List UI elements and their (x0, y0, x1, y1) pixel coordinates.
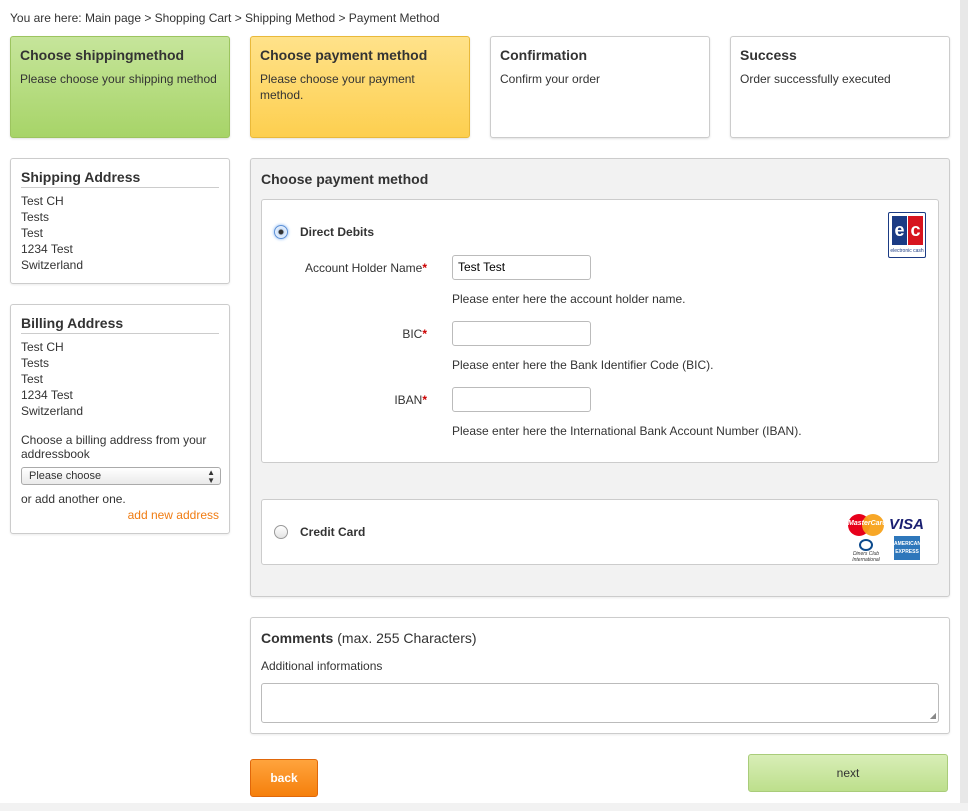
mastercard-logo-icon: MasterCard (848, 514, 887, 536)
billing-address-select[interactable]: Please choose ▲ ▼ (21, 467, 221, 485)
address-line: Tests (21, 210, 50, 224)
breadcrumb: You are here: Main page > Shopping Cart … (10, 11, 440, 25)
address-line: Switzerland (21, 404, 84, 418)
address-line: 1234 Test (21, 388, 73, 402)
add-another-text: or add another one. (21, 492, 126, 506)
step-shipping-method: Choose shippingmethod Please choose your… (10, 36, 230, 138)
billing-address-select-value: Please choose (29, 470, 102, 482)
address-line: Test (21, 226, 44, 240)
step-description: Please choose your payment method. (260, 72, 415, 102)
address-line: 1234 Test (21, 242, 73, 256)
credit-card-label[interactable]: Credit Card (300, 525, 365, 539)
visa-logo-icon: VISA (889, 516, 925, 533)
direct-debit-radio[interactable] (274, 225, 288, 239)
account-holder-hint: Please enter here the account holder nam… (452, 292, 686, 306)
step-title: Success (740, 47, 797, 63)
payment-method-panel: Choose payment method Direct Debits ec e… (250, 158, 950, 597)
step-description: Please choose your shipping method (20, 72, 217, 86)
step-title: Choose payment method (260, 47, 428, 63)
credit-card-option: Credit Card MasterCard VISA Diners Club … (261, 499, 939, 565)
iban-input[interactable] (452, 387, 591, 412)
bic-input[interactable] (452, 321, 591, 346)
billing-address-title: Billing Address (21, 315, 219, 334)
select-arrows-icon: ▲ ▼ (207, 468, 215, 485)
billing-address-box: Billing Address Test CH Tests Test 1234 … (10, 304, 230, 534)
step-title: Confirmation (500, 47, 588, 63)
comments-textarea[interactable]: ◢ (261, 683, 939, 723)
window-bottom-edge (0, 803, 968, 811)
step-description: Confirm your order (500, 72, 601, 86)
comments-title: Comments (max. 255 Characters) (261, 630, 477, 646)
step-success: Success Order successfully executed (730, 36, 950, 138)
choose-billing-note: Choose a billing address from your addre… (21, 433, 207, 461)
address-line: Test CH (21, 194, 64, 208)
direct-debit-label[interactable]: Direct Debits (300, 225, 374, 239)
credit-card-radio[interactable] (274, 525, 288, 539)
step-payment-method: Choose payment method Please choose your… (250, 36, 470, 138)
add-new-address-link[interactable]: add new address (21, 508, 219, 522)
resize-grip-icon[interactable]: ◢ (930, 712, 936, 720)
american-express-logo-icon: AMERICAN EXPRESS (894, 536, 921, 560)
window-right-edge (960, 0, 968, 811)
comments-box: Comments (max. 255 Characters) Additiona… (250, 617, 950, 734)
iban-label: IBAN* (394, 393, 427, 407)
comments-subtitle: Additional informations (261, 659, 383, 673)
address-line: Tests (21, 356, 50, 370)
step-title: Choose shippingmethod (20, 47, 185, 63)
iban-hint: Please enter here the International Bank… (452, 424, 802, 438)
step-description: Order successfully executed (740, 72, 891, 86)
bic-hint: Please enter here the Bank Identifier Co… (452, 358, 714, 372)
card-logos: MasterCard VISA Diners Club Internationa… (846, 512, 926, 563)
diners-club-logo-icon: Diners Club International (852, 539, 880, 563)
step-confirmation: Confirmation Confirm your order (490, 36, 710, 138)
bic-label: BIC* (402, 327, 427, 341)
address-line: Test CH (21, 340, 64, 354)
shipping-address-title: Shipping Address (21, 169, 219, 188)
next-button[interactable]: next (748, 754, 948, 792)
ec-logo-caption: electronic cash (890, 248, 924, 254)
electronic-cash-logo-icon: ec electronic cash (888, 212, 926, 258)
direct-debit-option: Direct Debits ec electronic cash Account… (261, 199, 939, 463)
payment-panel-title: Choose payment method (261, 171, 429, 187)
shipping-address-box: Shipping Address Test CH Tests Test 1234… (10, 158, 230, 284)
account-holder-label: Account Holder Name* (304, 261, 427, 275)
address-line: Test (21, 372, 44, 386)
account-holder-input[interactable]: Test Test (452, 255, 591, 280)
back-button[interactable]: back (250, 759, 318, 797)
address-line: Switzerland (21, 258, 84, 272)
